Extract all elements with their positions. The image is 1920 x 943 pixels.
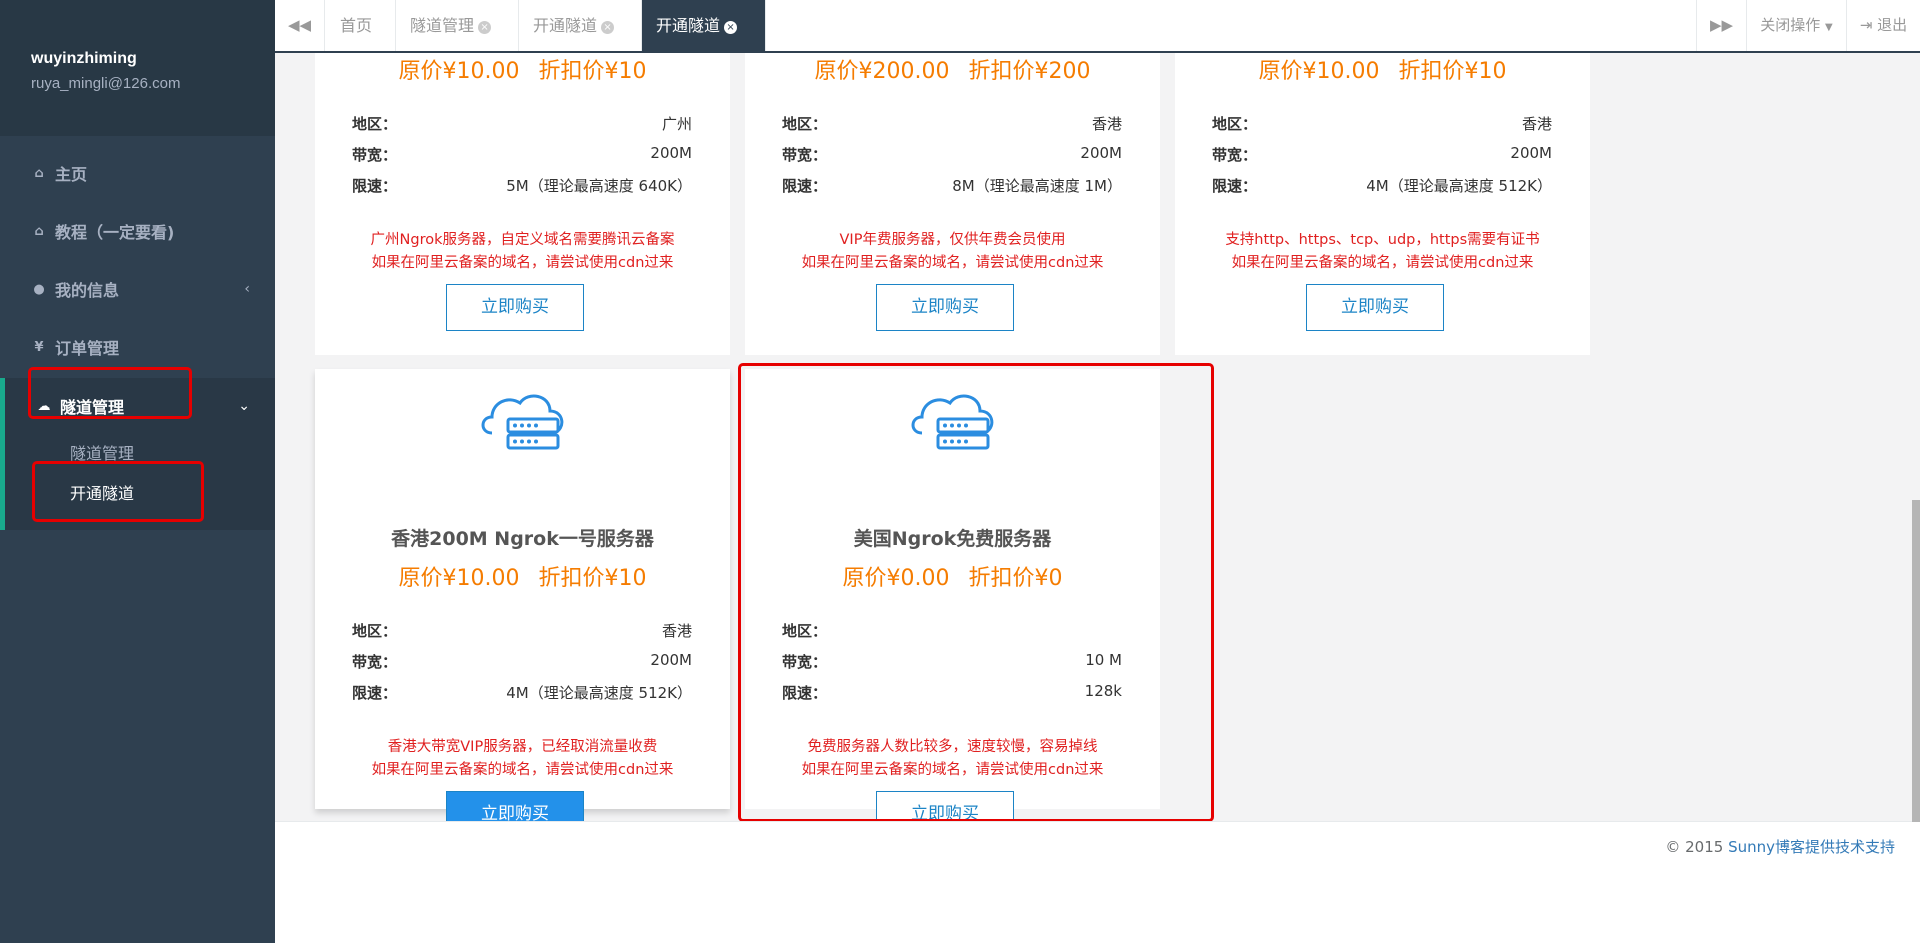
price-text: 原价¥10.00 折扣价¥10 (398, 566, 647, 591)
spec-bandwidth: 带宽： 200M (352, 144, 692, 164)
sidebar-item-my-info[interactable]: ● 我的信息 ‹ (0, 260, 275, 318)
price-text: 原价¥200.00 折扣价¥200 (814, 59, 1091, 84)
server-description: 支持http、https、tcp、udp，https需要有证书 如果在阿里云备案的… (1225, 232, 1540, 271)
tab-open-tunnel[interactable]: 开通隧道 × (519, 0, 642, 51)
server-card: 原价¥10.00 折扣价¥10 地区： 广州 带宽： 200M 限速： 5M（理论最高… (315, 53, 730, 355)
server-card: 香港200M Ngrok一号服务器 原价¥10.00 折扣价¥10 地区： 香港 … (315, 369, 730, 838)
spec-limit: 限速： 4M（理论最高速度 512K） (1212, 177, 1552, 195)
user-icon: ● (33, 281, 45, 297)
sidebar-item-home[interactable]: ⌂ 主页 (0, 144, 275, 202)
spec-region: 地区： 香港 (352, 622, 692, 640)
chevron-left-icon: ‹ (244, 281, 250, 297)
spec-bandwidth: 带宽： 200M (1212, 144, 1552, 164)
tab-bar: ◀◀ 首页 隧道管理 × 开通隧道 × 开通隧道 × ▶▶ 关闭操作 ▼ ⇥ 退出 (275, 0, 1920, 53)
buy-button[interactable]: 立即购买 (446, 284, 584, 331)
logout-button[interactable]: ⇥ 退出 (1846, 0, 1920, 51)
close-icon[interactable]: × (601, 21, 615, 34)
buy-button[interactable]: 立即购买 (1306, 284, 1444, 331)
sidebar-item-tutorial[interactable]: ⌂ 教程（一定要看) (0, 202, 275, 260)
footer-link[interactable]: Sunny博客提供技术支持 (1728, 838, 1895, 856)
profile-email: ruya_mingli@126.com (31, 75, 181, 92)
server-description: 香港大带宽VIP服务器，已经取消流量收费 如果在阿里云备案的域名，请尝试使用cdn… (371, 739, 674, 778)
tab-home[interactable]: 首页 (326, 0, 396, 51)
bottom-area (275, 866, 1920, 943)
close-operations-dropdown[interactable]: 关闭操作 ▼ (1746, 0, 1846, 51)
spec-limit: 限速： 8M（理论最高速度 1M） (782, 177, 1122, 195)
scroll-left-button[interactable]: ◀◀ (275, 0, 325, 51)
spec-limit: 限速： 5M（理论最高速度 640K） (352, 177, 692, 195)
server-description: 广州Ngrok服务器，自定义域名需要腾讯云备案 如果在阿里云备案的域名，请尝试使用… (370, 232, 675, 271)
spec-bandwidth: 带宽： 200M (782, 144, 1122, 164)
tab-open-tunnel-active[interactable]: 开通隧道 × (642, 0, 766, 51)
close-icon[interactable]: × (478, 21, 492, 34)
scrollbar[interactable] (1912, 500, 1920, 822)
highlight-box-tunnel-menu (28, 367, 192, 419)
highlight-box-open-tunnel (32, 461, 204, 522)
sidebar-item-label: 主页 (55, 165, 88, 184)
home-icon: ⌂ (34, 165, 44, 181)
price-text: 原价¥10.00 折扣价¥10 (398, 59, 647, 84)
caret-down-icon: ▼ (1825, 22, 1833, 33)
buy-button[interactable]: 立即购买 (876, 284, 1014, 331)
copyright: © 2015 Sunny博客提供技术支持 (1665, 838, 1895, 856)
spec-region: 地区： 广州 (352, 115, 692, 133)
yen-icon: ¥ (34, 339, 44, 355)
tab-tunnel-management[interactable]: 隧道管理 × (396, 0, 519, 51)
home-icon: ⌂ (34, 223, 44, 239)
server-card: 原价¥200.00 折扣价¥200 地区： 香港 带宽： 200M 限速： 8M（理论… (745, 53, 1160, 355)
cloud-server-icon (481, 394, 564, 450)
server-card: 原价¥10.00 折扣价¥10 地区： 香港 带宽： 200M 限速： 4M（理论最高… (1175, 53, 1590, 355)
highlight-box-free-server (738, 363, 1214, 822)
profile: wuyinzhiming ruya_mingli@126.com (0, 0, 275, 136)
server-name: 香港200M Ngrok一号服务器 (391, 528, 654, 550)
sidebar-item-label: 订单管理 (55, 339, 120, 358)
server-description: VIP年费服务器，仅供年费会员使用 如果在阿里云备案的域名，请尝试使用cdn过来 (801, 232, 1104, 271)
profile-username[interactable]: wuyinzhiming (31, 50, 275, 68)
spec-region: 地区： 香港 (1212, 115, 1552, 133)
scroll-right-button[interactable]: ▶▶ (1696, 0, 1746, 51)
logout-icon: ⇥ (1859, 16, 1873, 34)
chevron-down-icon: ⌄ (238, 398, 250, 414)
sidebar-item-label: 教程（一定要看) (55, 223, 175, 242)
spec-bandwidth: 带宽： 200M (352, 651, 692, 671)
footer: © 2015 Sunny博客提供技术支持 (275, 821, 1920, 866)
close-icon[interactable]: × (724, 21, 738, 34)
sidebar-item-label: 我的信息 (55, 281, 120, 300)
spec-region: 地区： 香港 (782, 115, 1122, 133)
spec-limit: 限速： 4M（理论最高速度 512K） (352, 684, 692, 702)
price-text: 原价¥10.00 折扣价¥10 (1258, 59, 1507, 84)
